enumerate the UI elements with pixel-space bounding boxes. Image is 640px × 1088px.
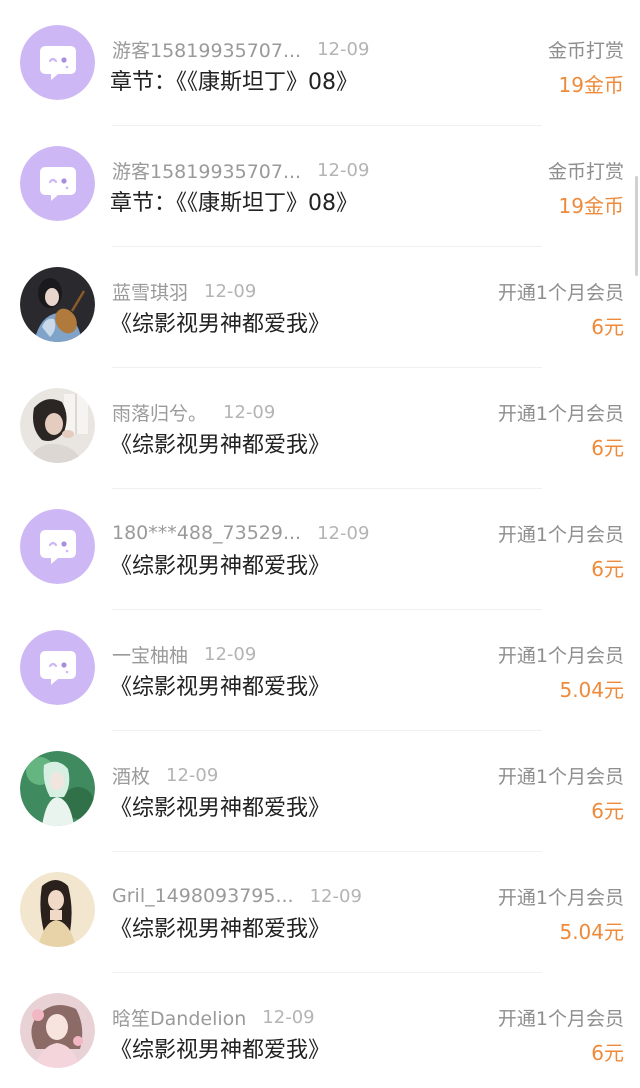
item-amount: 6元 (591, 557, 624, 581)
item-type: 开通1个月会员 (497, 524, 624, 546)
user-name: 游客15819935707... (112, 160, 302, 183)
item-type: 开通1个月会员 (497, 1008, 624, 1030)
user-name: 180***488_73529... (112, 522, 302, 544)
default-chat-icon (20, 146, 95, 221)
item-type: 金币打赏 (547, 161, 624, 183)
list-item[interactable]: 180***488_73529... 12-09 《综影视男神都爱我》 开通1个… (0, 484, 640, 604)
item-meta: 一宝柚柚 12-09 (112, 641, 256, 667)
list-item[interactable]: 酒枚 12-09 《综影视男神都爱我》 开通1个月会员 6元 (0, 726, 640, 846)
photo-girl-window (20, 388, 95, 463)
item-amount: 5.04元 (559, 678, 624, 702)
user-name: 酒枚 (112, 765, 151, 788)
item-amount: 6元 (591, 436, 624, 460)
item-meta: 蓝雪琪羽 12-09 (112, 278, 256, 304)
list-item[interactable]: Gril_1498093795... 12-09 《综影视男神都爱我》 开通1个… (0, 847, 640, 967)
list-item[interactable]: 游客15819935707... 12-09 章节：《《康斯坦丁》08》 金币打… (0, 121, 640, 241)
item-title: 章节：《《康斯坦丁》08》 (110, 191, 358, 216)
item-type: 开通1个月会员 (497, 645, 624, 667)
item-date: 12-09 (317, 522, 370, 544)
item-title: 《综影视男神都爱我》 (110, 312, 331, 337)
item-meta: 游客15819935707... 12-09 (112, 157, 369, 183)
item-title: 《综影视男神都爱我》 (110, 796, 331, 821)
item-title: 《综影视男神都爱我》 (110, 917, 331, 942)
user-name: 雨落归兮。 (112, 402, 208, 425)
item-title: 《综影视男神都爱我》 (110, 1038, 331, 1063)
list-item[interactable]: 晗笙Dandelion 12-09 《综影视男神都爱我》 开通1个月会员 6元 (0, 968, 640, 1088)
item-amount: 6元 (591, 1041, 624, 1065)
item-type: 开通1个月会员 (497, 766, 624, 788)
item-title: 《综影视男神都爱我》 (110, 675, 331, 700)
item-date: 12-09 (262, 1006, 315, 1028)
item-date: 12-09 (223, 401, 276, 423)
list-item[interactable]: 一宝柚柚 12-09 《综影视男神都爱我》 开通1个月会员 5.04元 (0, 605, 640, 725)
list-item[interactable]: 游客15819935707... 12-09 章节：《《康斯坦丁》08》 金币打… (0, 0, 640, 120)
user-name: 蓝雪琪羽 (112, 281, 189, 304)
item-meta: Gril_1498093795... 12-09 (112, 883, 362, 909)
item-date: 12-09 (204, 643, 257, 665)
item-amount: 6元 (591, 799, 624, 823)
item-amount: 5.04元 (559, 920, 624, 944)
item-title: 《综影视男神都爱我》 (110, 554, 331, 579)
item-date: 12-09 (204, 280, 257, 302)
list-item[interactable]: 蓝雪琪羽 12-09 《综影视男神都爱我》 开通1个月会员 6元 (0, 242, 640, 362)
user-name: 一宝柚柚 (112, 644, 189, 667)
item-meta: 晗笙Dandelion 12-09 (112, 1004, 315, 1030)
user-name: 晗笙Dandelion (112, 1007, 247, 1030)
item-date: 12-09 (317, 38, 370, 60)
item-amount: 19金币 (558, 194, 624, 218)
item-date: 12-09 (309, 885, 362, 907)
default-chat-icon (20, 509, 95, 584)
item-meta: 游客15819935707... 12-09 (112, 36, 369, 62)
item-type: 金币打赏 (547, 40, 624, 62)
item-type: 开通1个月会员 (497, 887, 624, 909)
photo-girl-portrait (20, 872, 95, 947)
user-name: Gril_1498093795... (112, 885, 294, 907)
item-meta: 180***488_73529... 12-09 (112, 520, 369, 546)
scrollbar[interactable] (635, 176, 638, 276)
item-date: 12-09 (317, 159, 370, 181)
photo-green-fantasy (20, 751, 95, 826)
item-title: 章节：《《康斯坦丁》08》 (110, 70, 358, 95)
photo-anime-girl (20, 993, 95, 1068)
item-type: 开通1个月会员 (497, 403, 624, 425)
item-amount: 6元 (591, 315, 624, 339)
default-chat-icon (20, 25, 95, 100)
default-chat-icon (20, 630, 95, 705)
item-title: 《综影视男神都爱我》 (110, 433, 331, 458)
item-type: 开通1个月会员 (497, 282, 624, 304)
item-date: 12-09 (166, 764, 219, 786)
photo-lute-player (20, 267, 95, 342)
user-name: 游客15819935707... (112, 39, 302, 62)
item-meta: 雨落归兮。 12-09 (112, 399, 275, 425)
list-item[interactable]: 雨落归兮。 12-09 《综影视男神都爱我》 开通1个月会员 6元 (0, 363, 640, 483)
item-meta: 酒枚 12-09 (112, 762, 218, 788)
item-amount: 19金币 (558, 73, 624, 97)
